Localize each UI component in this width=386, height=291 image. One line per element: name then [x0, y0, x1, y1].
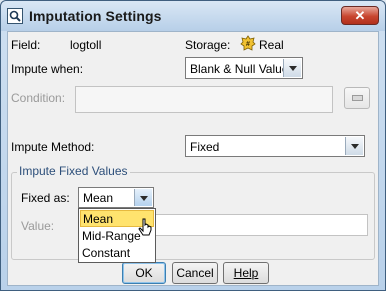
close-icon: ✕	[354, 8, 366, 23]
imputation-settings-dialog: Imputation Settings ✕ Field: logtoll Sto…	[0, 0, 386, 291]
impute-method-label: Impute Method:	[11, 140, 95, 154]
impute-method-select[interactable]: Fixed	[185, 135, 365, 157]
title-bar: Imputation Settings ✕	[1, 1, 385, 31]
condition-label: Condition:	[11, 91, 66, 105]
impute-when-select[interactable]: Blank & Null Values	[185, 57, 303, 79]
group-title: Impute Fixed Values	[17, 164, 130, 178]
expression-builder-button[interactable]	[344, 87, 370, 109]
ok-button[interactable]: OK	[122, 262, 166, 284]
storage-value: Real	[259, 38, 284, 52]
impute-when-value: Blank & Null Values	[190, 62, 295, 76]
chevron-down-icon[interactable]	[345, 137, 363, 155]
fixed-as-value: Mean	[83, 191, 114, 205]
field-label: Field:	[11, 38, 41, 52]
cancel-button[interactable]: Cancel	[172, 262, 218, 284]
dialog-body: Field: logtoll Storage: # Real Impute wh…	[7, 31, 379, 286]
window-title: Imputation Settings	[29, 8, 162, 24]
dropdown-option-constant[interactable]: Constant	[80, 245, 154, 262]
calculator-icon	[352, 95, 363, 101]
mouse-cursor-icon	[138, 218, 154, 240]
impute-method-value: Fixed	[190, 140, 220, 154]
storage-label: Storage:	[185, 38, 231, 52]
real-number-icon: #	[240, 35, 256, 51]
condition-field[interactable]	[75, 86, 333, 113]
close-button[interactable]: ✕	[341, 6, 379, 25]
chevron-down-icon[interactable]	[134, 189, 152, 206]
help-button[interactable]: Help	[223, 262, 269, 284]
chevron-down-icon[interactable]	[283, 59, 301, 77]
impute-when-label: Impute when:	[11, 62, 84, 76]
field-value: logtoll	[70, 38, 102, 52]
fixed-as-select[interactable]: Mean	[78, 187, 154, 208]
svg-text:#: #	[246, 41, 250, 48]
magnifier-icon	[7, 8, 23, 24]
value-label: Value:	[21, 219, 55, 233]
fixed-as-label: Fixed as:	[21, 191, 70, 205]
